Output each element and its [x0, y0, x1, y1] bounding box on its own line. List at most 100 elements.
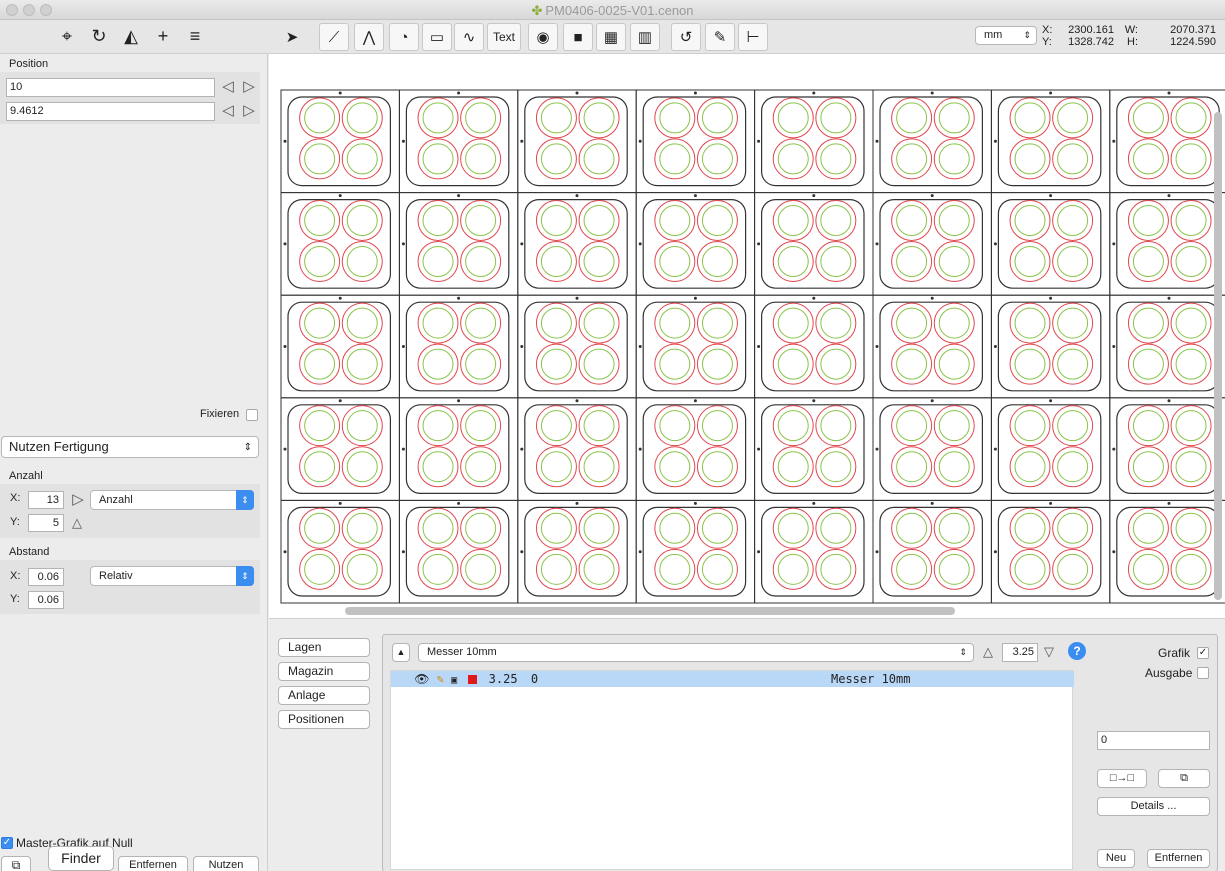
inner-circle — [540, 246, 572, 278]
inner-circle — [465, 307, 497, 339]
entfernen-button[interactable]: Entfernen — [118, 856, 188, 871]
fixieren-checkbox[interactable] — [246, 409, 258, 421]
finder-button[interactable]: Finder — [48, 846, 114, 871]
layer-list[interactable]: 👁 ✎ ▣ 3.25 0 Messer 10mm — [390, 670, 1074, 870]
inner-circle — [465, 410, 497, 442]
depth-increase-icon[interactable]: △ — [981, 643, 995, 661]
registration-dot — [401, 447, 405, 451]
anzahl-x-label: X: — [10, 492, 21, 504]
depth-decrease-icon[interactable]: ▽ — [1042, 643, 1056, 661]
neu-button[interactable]: Neu — [1097, 849, 1135, 868]
ausgabe-checkbox[interactable] — [1197, 667, 1209, 679]
help-button[interactable]: ? — [1068, 642, 1086, 660]
lock-icon[interactable]: ▣ — [451, 675, 457, 686]
arc-tool-icon[interactable]: ◔ — [389, 23, 419, 51]
cut-circle — [460, 405, 502, 447]
position-y-left-icon[interactable]: ◁ — [221, 102, 235, 120]
crosshair-tool-icon[interactable]: ⌖ — [52, 22, 82, 50]
rotate-tool-icon[interactable]: ↻ — [84, 22, 114, 50]
collapse-up-icon[interactable]: ▲ — [392, 643, 410, 662]
edit-pencil-icon[interactable]: ✎ — [437, 672, 444, 686]
unit-select[interactable]: mm ⇕ — [975, 26, 1037, 45]
inner-circle — [1175, 451, 1207, 483]
abstand-x-field[interactable]: 0.06 — [28, 568, 64, 586]
duplicate-layer-icon[interactable]: ⧉ — [1158, 769, 1210, 788]
add-tool-icon[interactable]: + — [148, 22, 178, 50]
curve-tool-icon[interactable]: ∿ — [454, 23, 484, 51]
depth-field[interactable]: 3.25 — [1002, 643, 1038, 662]
text-tool-icon[interactable]: Text — [487, 23, 521, 51]
hatch-tool-icon[interactable]: ▦ — [596, 23, 626, 51]
details-button[interactable]: Details ... — [1097, 797, 1210, 816]
tab-positionen[interactable]: Positionen — [278, 710, 370, 729]
polyline-tool-icon[interactable]: ⋀ — [354, 23, 384, 51]
inner-circle — [465, 348, 497, 380]
tab-anlage[interactable]: Anlage — [278, 686, 370, 705]
abstand-mode-select[interactable]: Relativ ⇕ — [90, 566, 254, 586]
anzahl-x-field[interactable]: 13 — [28, 491, 64, 509]
position-y-right-icon[interactable]: ▷ — [242, 102, 256, 120]
registration-dot — [1112, 550, 1116, 554]
inner-circle — [1132, 348, 1164, 380]
anzahl-mode-value: Anzahl — [99, 494, 133, 506]
arrow-tool-icon[interactable]: ➤ — [277, 23, 307, 51]
registration-dot — [457, 91, 461, 95]
cut-circle — [299, 199, 341, 241]
anzahl-y-increment-icon[interactable]: △ — [70, 514, 84, 532]
rectangle-tool-icon[interactable]: ▭ — [422, 23, 452, 51]
cut-circle — [891, 97, 933, 139]
move-to-layer-button[interactable]: □→□ — [1097, 769, 1147, 788]
inner-circle — [583, 246, 615, 278]
rotate-object-icon[interactable]: ↺ — [671, 23, 701, 51]
anzahl-mode-select[interactable]: Anzahl ⇕ — [90, 490, 254, 510]
panel-sheet[interactable] — [269, 54, 1225, 618]
inner-circle — [938, 307, 970, 339]
tab-magazin[interactable]: Magazin — [278, 662, 370, 681]
fill-tool-icon[interactable]: ■ — [563, 23, 593, 51]
cut-circle — [772, 405, 814, 447]
grafik-checkbox[interactable]: ✓ — [1197, 647, 1209, 659]
visibility-eye-icon[interactable]: 👁 — [414, 672, 429, 686]
registration-dot — [812, 399, 816, 403]
layers-tool-icon[interactable]: ≡ — [180, 22, 210, 50]
grid-tool-icon[interactable]: ▥ — [630, 23, 660, 51]
horizontal-scrollbar[interactable] — [345, 607, 955, 615]
inner-circle — [659, 512, 691, 544]
vertical-scrollbar[interactable] — [1214, 112, 1222, 600]
registration-dot — [638, 139, 642, 143]
registration-dot — [638, 242, 642, 246]
position-x-field[interactable]: 10 — [6, 78, 215, 97]
paint-tool-icon[interactable]: ◭ — [116, 22, 146, 50]
inner-circle — [304, 410, 336, 442]
position-x-left-icon[interactable]: ◁ — [221, 78, 235, 96]
master-grafik-checkbox[interactable]: ✓ — [1, 837, 13, 849]
tab-lagen[interactable]: Lagen — [278, 638, 370, 657]
drawing-canvas[interactable] — [269, 54, 1225, 618]
panel-cell — [872, 192, 992, 296]
value-field[interactable]: 0 — [1097, 731, 1210, 750]
knife-tool-icon[interactable]: ✎ — [705, 23, 735, 51]
anzahl-x-increment-icon[interactable]: ▷ — [71, 491, 85, 509]
entfernen-layer-button[interactable]: Entfernen — [1147, 849, 1210, 868]
nutzen-button[interactable]: Nutzen — [193, 856, 259, 871]
abstand-y-field[interactable]: 0.06 — [28, 591, 64, 609]
panel-cell — [280, 192, 400, 296]
inner-circle — [777, 307, 809, 339]
inner-circle — [422, 204, 454, 236]
anzahl-y-field[interactable]: 5 — [28, 514, 64, 532]
duplicate-icon[interactable]: ⧉ — [1, 856, 31, 871]
position-x-right-icon[interactable]: ▷ — [242, 78, 256, 96]
panel-cell — [280, 499, 400, 604]
cut-circle — [535, 507, 577, 549]
position-y-field[interactable]: 9.4612 — [6, 102, 215, 121]
layer-color-swatch[interactable] — [468, 675, 478, 684]
mode-select[interactable]: Nutzen Fertigung ⇕ — [1, 436, 259, 458]
mark-tool-icon[interactable]: ◉ — [528, 23, 558, 51]
line-tool-icon[interactable]: ⟋ — [319, 23, 349, 51]
tool-select[interactable]: Messer 10mm ⇕ — [418, 643, 974, 662]
inner-circle — [1132, 143, 1164, 175]
layer-row[interactable]: 👁 ✎ ▣ 3.25 0 Messer 10mm — [391, 671, 1074, 687]
measure-tool-icon[interactable]: ⊢ — [738, 23, 768, 51]
cut-circle — [696, 97, 738, 139]
inner-circle — [1057, 553, 1089, 585]
